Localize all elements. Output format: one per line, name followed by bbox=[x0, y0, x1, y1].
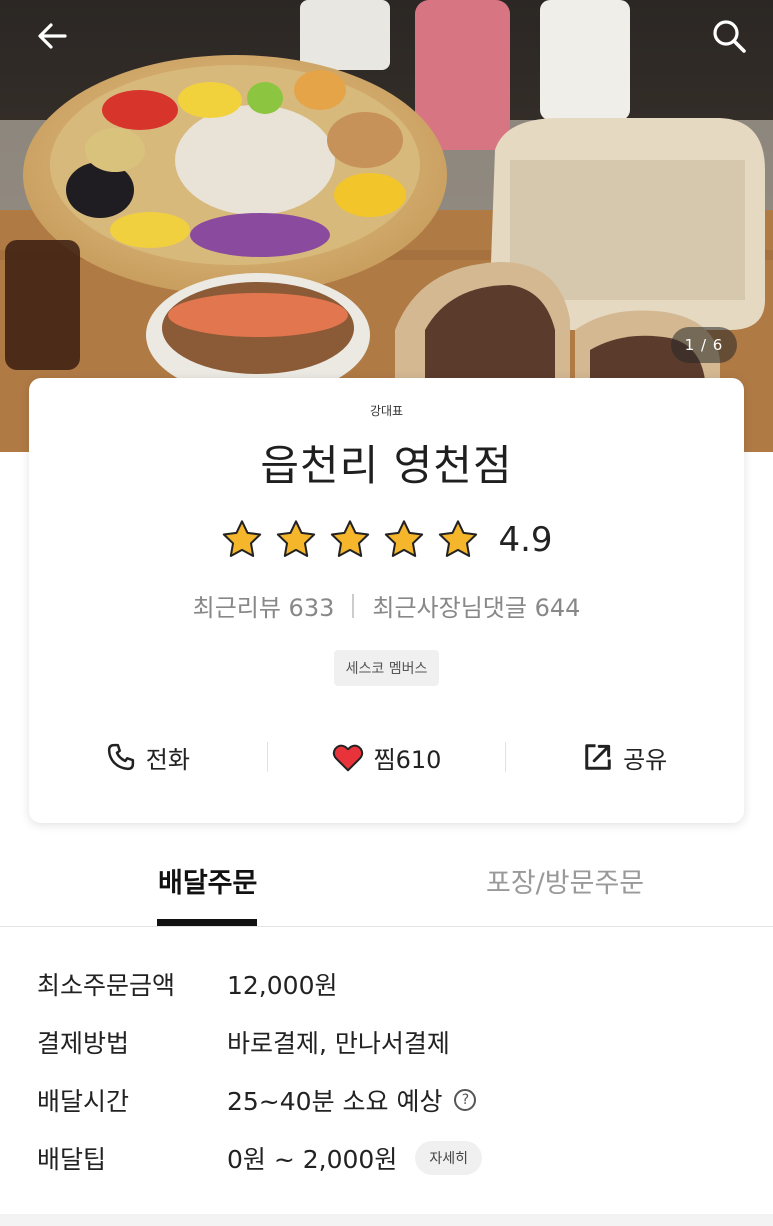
call-label: 전화 bbox=[145, 745, 190, 774]
order-type-tabs: 배달주문 포장/방문주문 bbox=[0, 855, 773, 927]
share-label: 공유 bbox=[623, 745, 668, 774]
search-button[interactable] bbox=[707, 14, 751, 58]
delivery-time-value-group: 25~40분 소요 예상 ? bbox=[227, 1082, 477, 1118]
rating-row: 4.9 bbox=[29, 518, 744, 562]
photo-pager: 1 / 6 bbox=[671, 327, 737, 363]
phone-icon bbox=[107, 743, 134, 771]
payment-method-row: 결제방법 바로결제, 만나서결제 bbox=[37, 1022, 450, 1062]
star-icon bbox=[385, 520, 424, 557]
cesco-member-badge: 세스코 멤버스 bbox=[333, 650, 440, 686]
min-order-value: 12,000원 bbox=[227, 971, 338, 1000]
delivery-tip-label: 배달팁 bbox=[37, 1145, 107, 1174]
question-circle-icon[interactable]: ? bbox=[454, 1089, 477, 1111]
review-stats: 최근리뷰 633 최근사장님댓글 644 bbox=[29, 588, 744, 623]
delivery-tip-value: 0원 ~ 2,000원 bbox=[227, 1145, 398, 1174]
store-info-card: 강대표 읍천리 영천점 4.9 최근리뷰 633 최근사장님댓글 644 세스코… bbox=[29, 378, 744, 823]
star-icon bbox=[331, 520, 370, 557]
star-icon bbox=[277, 520, 316, 557]
share-icon bbox=[585, 744, 611, 770]
wish-button[interactable]: 찜610 bbox=[268, 740, 506, 775]
delivery-time-value: 25~40분 소요 예상 bbox=[227, 1087, 443, 1116]
heart-icon bbox=[332, 744, 363, 772]
min-order-row: 최소주문금액 12,000원 bbox=[37, 964, 337, 1004]
store-name: 읍천리 영천점 bbox=[260, 441, 513, 490]
wish-count-label: 찜610 bbox=[373, 745, 442, 774]
share-button[interactable]: 공유 bbox=[506, 740, 744, 775]
delivery-tip-value-group: 0원 ~ 2,000원 자세히 bbox=[227, 1140, 482, 1176]
recent-owner-replies-link[interactable]: 최근사장님댓글 644 bbox=[372, 588, 580, 623]
delivery-tip-detail-button[interactable]: 자세히 bbox=[415, 1141, 482, 1175]
arrow-left-icon bbox=[38, 23, 67, 49]
section-divider bbox=[0, 1214, 773, 1226]
delivery-time-row: 배달시간 25~40분 소요 예상 ? bbox=[37, 1080, 477, 1120]
action-bar: 전화 찜610 공유 bbox=[29, 733, 744, 781]
active-tab-indicator bbox=[157, 919, 257, 926]
call-button[interactable]: 전화 bbox=[29, 740, 267, 775]
min-order-label: 최소주문금액 bbox=[37, 971, 176, 1000]
payment-method-value: 바로결제, 만나서결제 bbox=[227, 1029, 450, 1058]
rating-value: 4.9 bbox=[498, 520, 553, 560]
star-icon bbox=[223, 520, 262, 557]
owner-name: 강대표 bbox=[369, 404, 404, 418]
tab-delivery-order[interactable]: 배달주문 bbox=[158, 861, 257, 900]
divider bbox=[352, 593, 355, 618]
back-button[interactable] bbox=[30, 14, 74, 58]
recent-reviews-link[interactable]: 최근리뷰 633 bbox=[193, 588, 335, 623]
payment-method-label: 결제방법 bbox=[37, 1029, 130, 1058]
delivery-tip-row: 배달팁 0원 ~ 2,000원 자세히 bbox=[37, 1138, 482, 1178]
delivery-time-label: 배달시간 bbox=[37, 1087, 130, 1116]
tab-pickup-order[interactable]: 포장/방문주문 bbox=[486, 861, 644, 900]
search-icon bbox=[713, 20, 746, 53]
star-icon bbox=[439, 520, 478, 557]
